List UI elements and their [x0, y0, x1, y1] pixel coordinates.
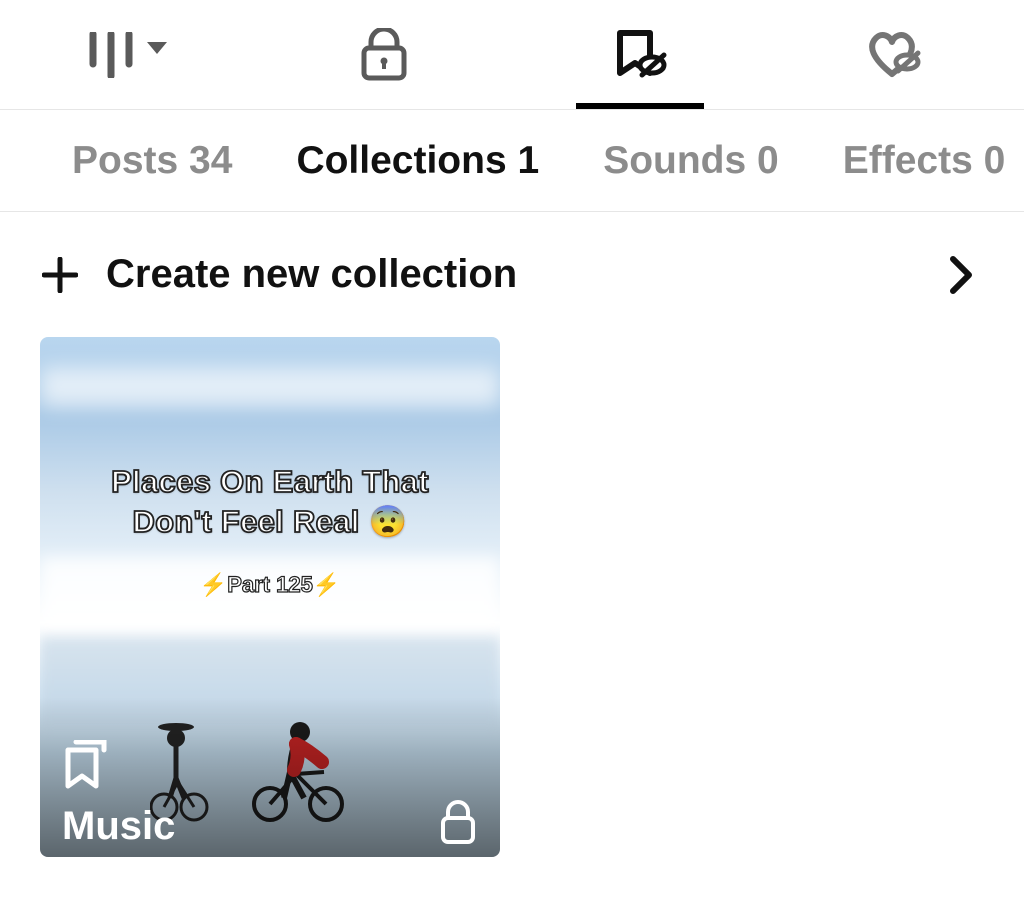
collection-card[interactable]: Places On Earth That Don't Feel Real 😨 ⚡… — [40, 337, 500, 857]
sub-tab-effects[interactable]: Effects 0 — [843, 139, 1006, 183]
tab-liked[interactable] — [768, 0, 1024, 109]
bookmark-stack-icon — [62, 740, 108, 795]
sub-tab-count: 0 — [757, 139, 779, 182]
collections-grid: Places On Earth That Don't Feel Real 😨 ⚡… — [0, 337, 1024, 857]
sub-tab-count: 1 — [517, 139, 539, 182]
create-collection-label: Create new collection — [106, 252, 940, 297]
bookmark-hidden-icon — [612, 29, 668, 81]
thumbnail-caption: Places On Earth That Don't Feel Real 😨 — [40, 462, 500, 543]
sub-tab-sounds[interactable]: Sounds 0 — [603, 139, 779, 183]
top-tab-bar — [0, 0, 1024, 110]
create-collection-row[interactable]: Create new collection — [0, 212, 1024, 337]
tab-private[interactable] — [256, 0, 512, 109]
tab-grid[interactable] — [0, 0, 256, 109]
sub-tab-collections[interactable]: Collections 1 — [296, 139, 539, 183]
thumbnail-subcaption: ⚡Part 125⚡ — [40, 572, 500, 598]
sub-tab-label: Effects — [843, 139, 973, 182]
sub-tab-bar: Posts 34 Collections 1 Sounds 0 Effects … — [0, 110, 1024, 212]
heart-hidden-icon — [864, 30, 928, 80]
lock-icon — [359, 28, 409, 82]
collection-title: Music — [62, 804, 175, 849]
tab-saved[interactable] — [512, 0, 768, 109]
sub-tab-label: Posts — [72, 139, 178, 182]
lock-icon — [438, 800, 478, 849]
sub-tab-count: 0 — [984, 139, 1006, 182]
chevron-right-icon — [940, 255, 984, 295]
sub-tab-label: Collections — [296, 139, 506, 182]
sub-tab-label: Sounds — [603, 139, 746, 182]
grid-icon — [89, 32, 167, 78]
sub-tab-count: 34 — [189, 139, 232, 182]
plus-icon — [42, 257, 86, 293]
sub-tab-posts[interactable]: Posts 34 — [72, 139, 232, 183]
